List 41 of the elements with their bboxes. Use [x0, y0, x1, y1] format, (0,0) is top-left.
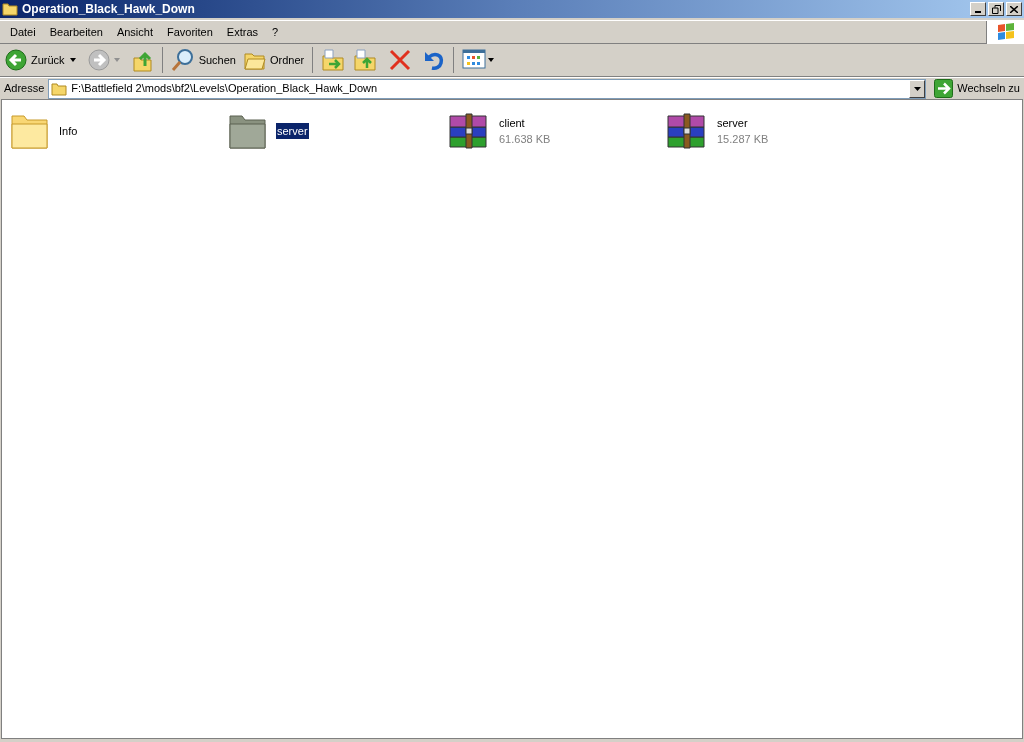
menu-item[interactable]: Bearbeiten [42, 21, 110, 43]
restore-button[interactable] [988, 2, 1004, 16]
file-size: 61.638 KB [498, 132, 552, 147]
file-name[interactable]: Info [58, 122, 79, 140]
move-to-folder-icon[interactable] [321, 48, 346, 72]
minimize-icon [975, 11, 981, 13]
dropdown-caret-icon[interactable] [69, 58, 76, 62]
back-button[interactable]: Zurück [4, 46, 66, 74]
views-icon[interactable] [462, 49, 495, 71]
archive-icon[interactable] [446, 113, 490, 149]
window-title: Operation_Black_Hawk_Down [22, 1, 195, 18]
folder-icon [243, 50, 266, 70]
search-button[interactable]: Suchen [170, 46, 236, 74]
folder-icon [2, 2, 18, 16]
copy-to-folder-icon[interactable] [353, 48, 378, 72]
archive-icon[interactable] [664, 113, 708, 149]
windows-logo-icon [995, 23, 1016, 41]
close-button[interactable] [1006, 2, 1022, 16]
file-size: 15.287 KB [716, 132, 770, 147]
minimize-button[interactable] [970, 2, 986, 16]
file-name[interactable]: client [498, 114, 526, 131]
dropdown-button[interactable] [909, 79, 926, 98]
close-icon [1010, 5, 1018, 13]
go-button[interactable]: Wechseln zu [934, 78, 1020, 99]
file-name[interactable]: server [276, 122, 309, 140]
menu-item[interactable]: Extras [219, 21, 266, 43]
folder-icon [51, 81, 68, 96]
menu-item[interactable]: Ansicht [109, 21, 160, 43]
undo-icon[interactable] [423, 49, 446, 71]
folders-button[interactable]: Ordner [243, 46, 305, 74]
caret-icon [913, 86, 921, 91]
delete-icon[interactable] [389, 49, 412, 71]
folder-icon[interactable] [228, 112, 268, 150]
address-label: Adresse [4, 81, 45, 97]
menu-item[interactable]: ? [265, 21, 286, 43]
menu-item[interactable]: Datei [3, 21, 43, 43]
file-name[interactable]: server [716, 114, 749, 131]
menu-item[interactable]: Favoriten [160, 21, 220, 43]
address-field[interactable]: F:\Battlefield 2\mods\bf2\Levels\Operation_Black_Hawk_Down [48, 78, 927, 99]
search-icon [170, 48, 195, 72]
restore-icon [991, 4, 1001, 14]
